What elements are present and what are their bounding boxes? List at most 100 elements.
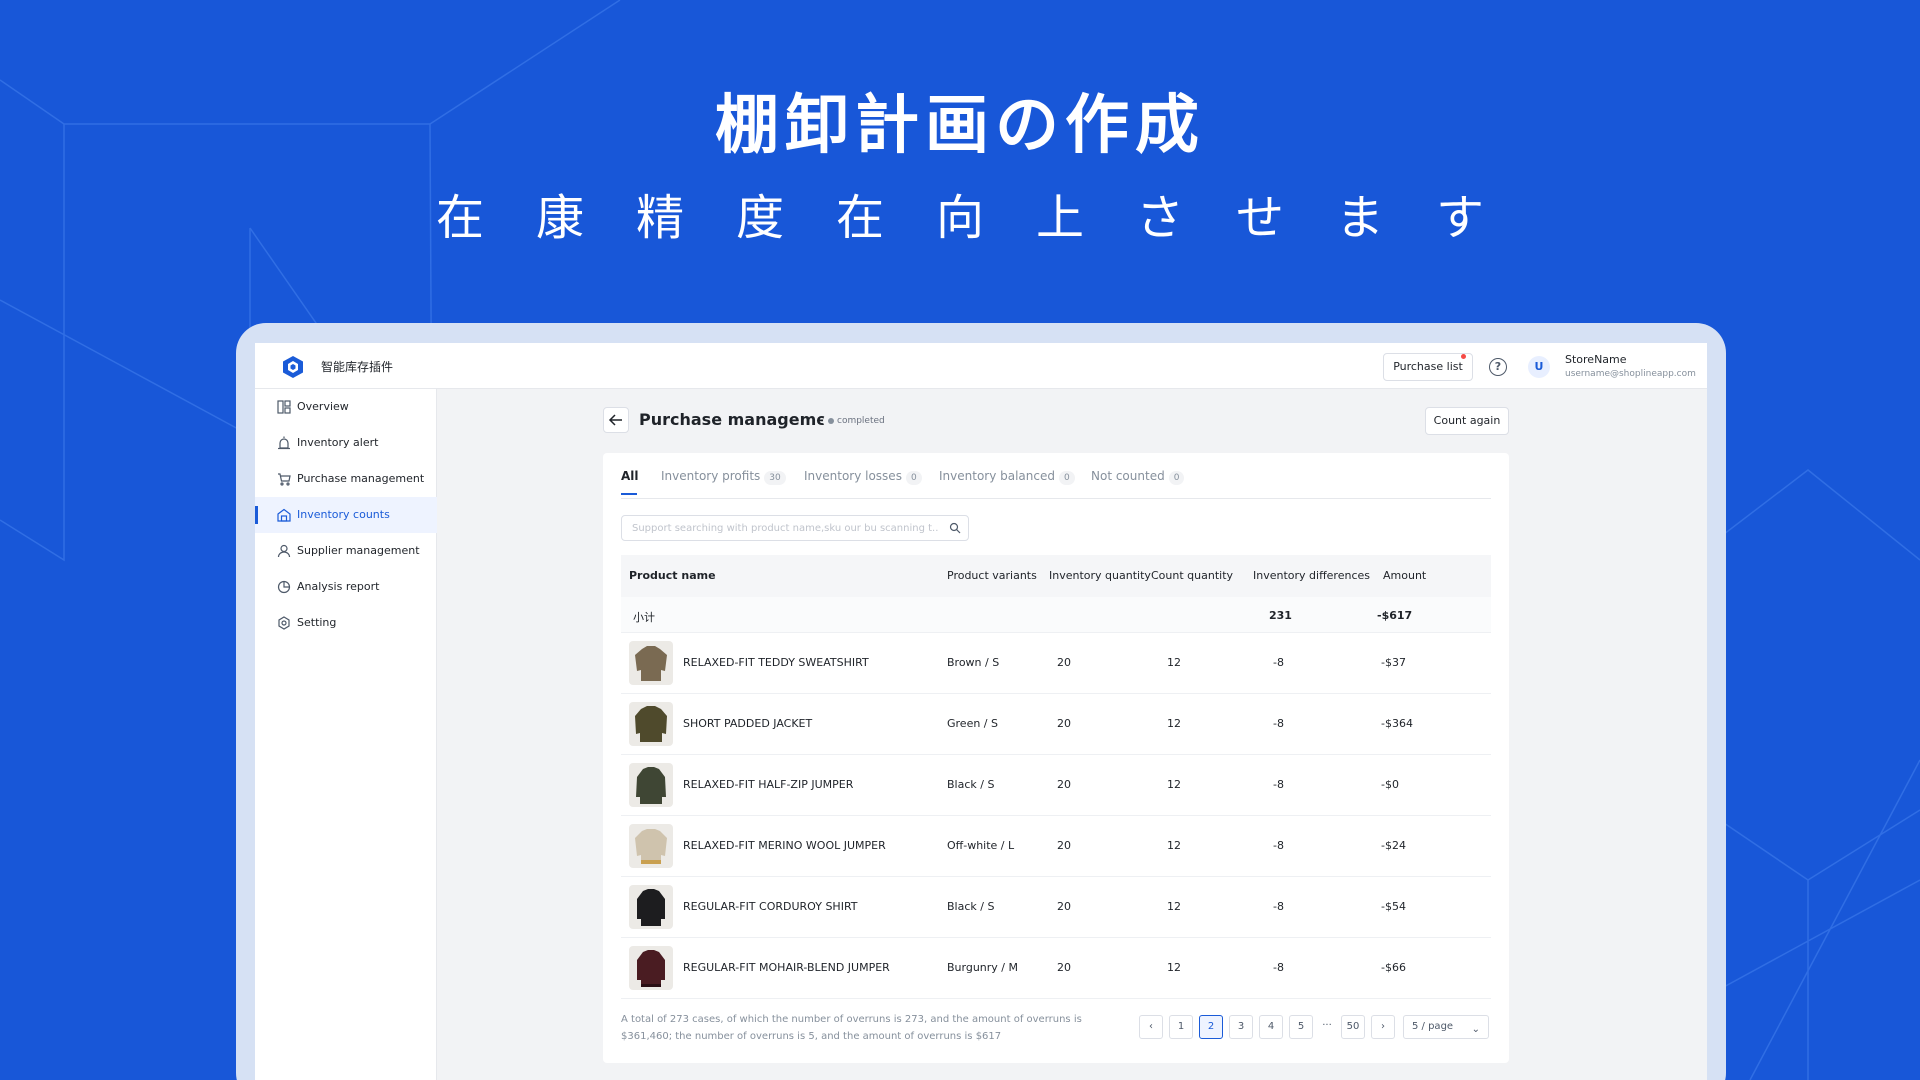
page-button[interactable]: 5 — [1289, 1015, 1313, 1039]
back-button[interactable] — [603, 407, 629, 433]
table-row[interactable]: RELAXED-FIT HALF-ZIP JUMPER Black / S 20… — [621, 755, 1491, 816]
product-variant: Off-white / L — [947, 839, 1015, 852]
summary-line: A total of 273 cases, of which the numbe… — [621, 1014, 1082, 1025]
product-name: REGULAR-FIT CORDUROY SHIRT — [683, 900, 858, 913]
tab-inventory-balanced[interactable]: Inventory balanced 0 — [939, 469, 1075, 485]
search-icon[interactable] — [949, 522, 961, 534]
table-row[interactable]: REGULAR-FIT CORDUROY SHIRT Black / S 20 … — [621, 877, 1491, 938]
cart-icon — [278, 473, 291, 486]
table-row[interactable]: RELAXED-FIT MERINO WOOL JUMPER Off-white… — [621, 816, 1491, 877]
tab-count-badge: 0 — [905, 471, 922, 485]
table-header: Product name Product variants Inventory … — [621, 555, 1491, 597]
store-name: StoreName — [1565, 353, 1627, 366]
sidebar-item-label: Setting — [297, 616, 337, 629]
tab-all[interactable]: All — [621, 469, 639, 495]
sidebar-item-label: Purchase management — [297, 472, 425, 485]
tab-not-counted[interactable]: Not counted 0 — [1091, 469, 1185, 485]
sidebar-item-inventory-counts[interactable]: Inventory counts — [255, 497, 437, 533]
sidebar-item-purchase-management[interactable]: Purchase management — [255, 461, 437, 497]
chevron-down-icon: ⌄ — [1471, 1024, 1480, 1035]
store-email: username@shoplineapp.com — [1565, 369, 1696, 379]
product-name: SHORT PADDED JACKET — [683, 717, 813, 730]
page-button[interactable]: 1 — [1169, 1015, 1193, 1039]
column-header-count-quantity: Count quantity — [1151, 569, 1234, 582]
tab-inventory-losses[interactable]: Inventory losses 0 — [804, 469, 922, 485]
inventory-difference: -8 — [1273, 900, 1284, 913]
column-header-inventory-quantity: Inventory quantity — [1049, 569, 1151, 582]
table-row[interactable]: RELAXED-FIT TEDDY SWEATSHIRT Brown / S 2… — [621, 633, 1491, 694]
hero-title: 棚卸計画の作成 — [715, 89, 1205, 163]
sidebar-item-label: Inventory alert — [297, 436, 379, 449]
search-input[interactable] — [632, 520, 938, 536]
page-button-current[interactable]: 2 — [1199, 1015, 1223, 1039]
amount: -$37 — [1381, 656, 1406, 669]
table-row[interactable]: REGULAR-FIT MOHAIR-BLEND JUMPER Burgunry… — [621, 938, 1491, 999]
sidebar-item-label: Inventory counts — [297, 508, 390, 521]
sidebar-item-label: Analysis report — [297, 580, 380, 593]
product-name: RELAXED-FIT TEDDY SWEATSHIRT — [683, 656, 869, 669]
tab-inventory-profits[interactable]: Inventory profits 30 — [661, 469, 786, 485]
sidebar-item-overview[interactable]: Overview — [255, 389, 437, 425]
inventory-difference: -8 — [1273, 778, 1284, 791]
app-name: 智能库存插件 — [321, 360, 394, 374]
product-thumbnail — [629, 885, 673, 929]
inventory-difference: -8 — [1273, 961, 1284, 974]
sidebar-item-supplier-management[interactable]: Supplier management — [255, 533, 437, 569]
count-quantity: 12 — [1167, 656, 1181, 669]
count-again-button[interactable]: Count again — [1425, 407, 1509, 435]
product-thumbnail — [629, 824, 673, 868]
sidebar-item-inventory-alert[interactable]: Inventory alert — [255, 425, 437, 461]
subtotal-amount: -$617 — [1377, 609, 1413, 622]
hero-subtitle: 在康精度在向上させます — [435, 190, 1536, 246]
purchase-list-button[interactable]: Purchase list — [1383, 353, 1473, 381]
top-bar: 智能库存插件 Purchase list ? U StoreName usern… — [255, 343, 1707, 389]
product-name: RELAXED-FIT HALF-ZIP JUMPER — [683, 778, 854, 791]
sidebar-item-analysis-report[interactable]: Analysis report — [255, 569, 437, 605]
next-page-button[interactable]: › — [1371, 1015, 1395, 1039]
product-variant: Burgunry / M — [947, 961, 1018, 974]
subtotal-differences: 231 — [1269, 609, 1292, 622]
amount: -$66 — [1381, 961, 1406, 974]
sidebar-item-label: Supplier management — [297, 544, 420, 557]
app-logo-icon — [283, 356, 303, 378]
pie-chart-icon — [277, 580, 291, 594]
amount: -$24 — [1381, 839, 1406, 852]
page-button-last[interactable]: 50 — [1341, 1015, 1365, 1039]
product-thumbnail — [629, 763, 673, 807]
product-name: REGULAR-FIT MOHAIR-BLEND JUMPER — [683, 961, 890, 974]
product-thumbnail — [629, 946, 673, 990]
amount: -$364 — [1381, 717, 1413, 730]
count-quantity: 12 — [1167, 839, 1181, 852]
product-variant: Black / S — [947, 900, 995, 913]
count-quantity: 12 — [1167, 717, 1181, 730]
sidebar: Overview Inventory alert Purchase manage… — [255, 389, 437, 1080]
subtotal-label: 小计 — [633, 611, 655, 624]
page-ellipsis[interactable]: ··· — [1315, 1015, 1339, 1039]
page-button[interactable]: 4 — [1259, 1015, 1283, 1039]
page-button[interactable]: 3 — [1229, 1015, 1253, 1039]
status-badge: completed — [823, 413, 891, 429]
question-circle-icon[interactable]: ? — [1489, 358, 1507, 376]
tab-count-badge: 0 — [1059, 471, 1075, 485]
gear-icon — [278, 616, 290, 630]
count-quantity: 12 — [1167, 961, 1181, 974]
sidebar-item-setting[interactable]: Setting — [255, 605, 437, 641]
user-icon — [277, 544, 291, 558]
inventory-difference: -8 — [1273, 717, 1284, 730]
tab-bar: All Inventory profits 30 Inventory losses… — [621, 453, 1491, 499]
alarm-icon — [278, 436, 290, 450]
sidebar-item-label: Overview — [297, 400, 349, 413]
avatar[interactable]: U — [1528, 356, 1550, 378]
dashboard-icon — [277, 400, 291, 414]
column-header-product-name: Product name — [629, 569, 716, 582]
inventory-difference: -8 — [1273, 839, 1284, 852]
page-size-value: 5 / page — [1412, 1021, 1454, 1032]
product-thumbnail — [629, 702, 673, 746]
prev-page-button[interactable]: ‹ — [1139, 1015, 1163, 1039]
table-row[interactable]: SHORT PADDED JACKET Green / S 20 12 -8 -… — [621, 694, 1491, 755]
inventory-quantity: 20 — [1057, 839, 1071, 852]
product-thumbnail — [629, 641, 673, 685]
inventory-quantity: 20 — [1057, 900, 1071, 913]
subtotal-row: 小计 231 -$617 — [621, 597, 1491, 633]
page-size-select[interactable]: 5 / page ⌄ — [1403, 1015, 1489, 1039]
